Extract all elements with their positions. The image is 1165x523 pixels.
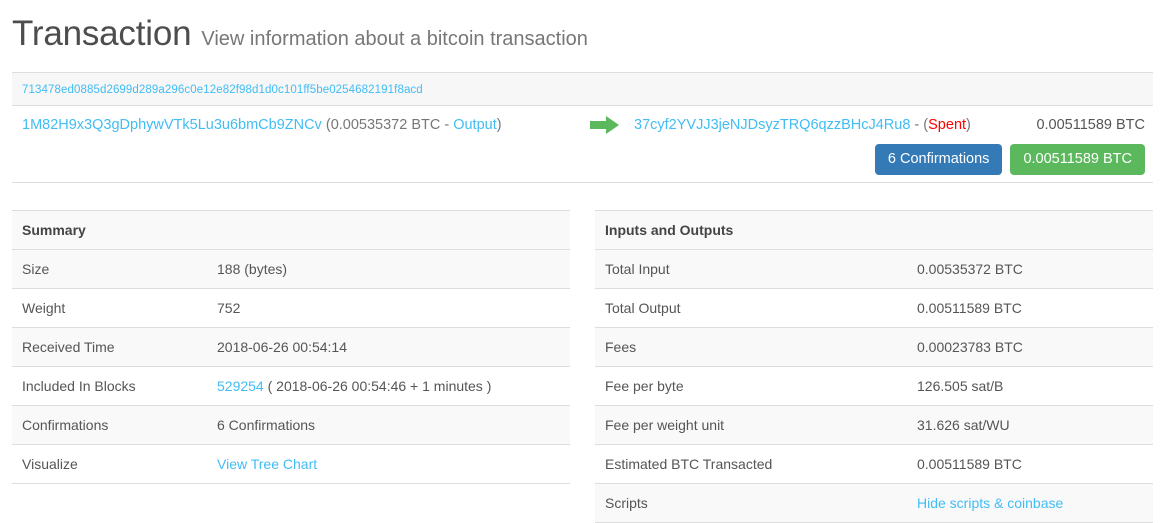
arrow-right-icon <box>590 116 620 134</box>
io-table: Total Input 0.00535372 BTC Total Output 0.0… <box>595 250 1153 523</box>
transaction-hash-link[interactable]: 713478ed0885d2699d289a296c0e12e82f98d1d0… <box>22 84 423 96</box>
summary-panel-title: Summary <box>12 211 570 250</box>
output-separator: - <box>910 117 924 133</box>
row-value-link[interactable]: View Tree Chart <box>217 456 317 472</box>
output-amount: 0.00511589 BTC <box>1036 117 1145 133</box>
row-key: Included In Blocks <box>22 378 136 394</box>
row-value: 752 <box>217 300 241 316</box>
summary-table: Size 188 (bytes) Weight 752 Received Time 201… <box>12 250 570 484</box>
transaction-page: Transaction View information about a bit… <box>0 0 1165 523</box>
table-row: Total Output 0.00511589 BTC <box>595 288 1153 328</box>
row-value: 126.505 sat/B <box>917 378 1004 394</box>
row-key: Total Output <box>605 300 681 316</box>
row-key: Estimated BTC Transacted <box>605 456 773 472</box>
row-value: 0.00535372 BTC <box>917 261 1023 277</box>
io-table-body: Total Input 0.00535372 BTC Total Output 0.0… <box>595 250 1153 523</box>
input-type-link[interactable]: Output <box>453 117 497 133</box>
detail-panels: Summary Size 188 (bytes) Weight 752 Received… <box>0 210 1165 523</box>
row-value: Hide scripts & coinbase <box>907 484 1153 523</box>
row-value-link[interactable]: Hide scripts & coinbase <box>917 495 1063 511</box>
input-separator: - <box>440 117 454 133</box>
table-row: Included In Blocks 529254 ( 2018-06-26 00… <box>12 366 570 406</box>
table-row: Received Time 2018-06-26 00:54:14 <box>12 327 570 367</box>
summary-table-body: Size 188 (bytes) Weight 752 Received Time 201… <box>12 250 570 484</box>
row-value-link[interactable]: 529254 <box>217 378 264 394</box>
input-amount: 0.00535372 BTC <box>330 117 441 133</box>
input-close-paren: ) <box>496 117 502 133</box>
table-row: Estimated BTC Transacted 0.00511589 BTC <box>595 444 1153 484</box>
row-value: 6 Confirmations <box>217 417 316 433</box>
row-key: Fee per weight unit <box>605 417 725 433</box>
row-value-suffix: ( 2018-06-26 00:54:46 + 1 minutes ) <box>263 378 492 394</box>
row-key: Size <box>22 261 50 277</box>
amount-badge[interactable]: 0.00511589 BTC <box>1010 144 1145 175</box>
output-close-paren: ) <box>966 117 971 133</box>
transaction-hash-band: 713478ed0885d2699d289a296c0e12e82f98d1d0… <box>12 72 1153 106</box>
row-key: Total Input <box>605 261 670 277</box>
table-row: Size 188 (bytes) <box>12 250 570 289</box>
row-value: 529254 ( 2018-06-26 00:54:46 + 1 minutes… <box>207 367 570 406</box>
input-address-link[interactable]: 1M82H9x3Q3gDphywVTk5Lu3u6bmCb9ZNCv <box>22 117 322 133</box>
row-value: 31.626 sat/WU <box>917 417 1010 433</box>
row-key: Fee per byte <box>605 378 684 394</box>
table-row: Fee per weight unit 31.626 sat/WU <box>595 405 1153 445</box>
row-value: 0.00511589 BTC <box>917 300 1022 316</box>
page-header: Transaction View information about a bit… <box>0 0 1165 60</box>
table-row: Scripts Hide scripts & coinbase <box>595 483 1153 523</box>
summary-panel: Summary Size 188 (bytes) Weight 752 Received… <box>12 210 570 523</box>
transaction-arrow <box>590 116 620 134</box>
output-status: Spent <box>928 117 967 133</box>
io-panel-title: Inputs and Outputs <box>595 211 1153 250</box>
page-title: Transaction <box>12 14 192 53</box>
table-row: Fee per byte 126.505 sat/B <box>595 366 1153 406</box>
transaction-output: 37cyf2YVJJ3jeNJDsyzTRQ6qzzBHcJ4Ru8 - (Sp… <box>634 117 971 133</box>
io-panel: Inputs and Outputs Total Input 0.00535372… <box>595 210 1153 523</box>
row-value: 188 (bytes) <box>217 261 288 277</box>
row-value: 0.00023783 BTC <box>917 339 1023 355</box>
page-subtitle: View information about a bitcoin transac… <box>201 28 588 50</box>
confirmations-badge[interactable]: 6 Confirmations <box>874 144 1003 175</box>
table-row: Confirmations 6 Confirmations <box>12 405 570 445</box>
transaction-input: 1M82H9x3Q3gDphywVTk5Lu3u6bmCb9ZNCv (0.00… <box>22 117 502 133</box>
row-key: Received Time <box>22 339 115 355</box>
row-value: View Tree Chart <box>207 445 570 484</box>
row-key: Fees <box>605 339 637 355</box>
row-key: Scripts <box>605 495 648 511</box>
transaction-badges: 6 Confirmations 0.00511589 BTC <box>874 144 1145 175</box>
row-key: Visualize <box>22 456 78 472</box>
table-row: Visualize View Tree Chart <box>12 444 570 484</box>
row-key: Weight <box>22 300 66 316</box>
transaction-io-row: 1M82H9x3Q3gDphywVTk5Lu3u6bmCb9ZNCv (0.00… <box>12 106 1153 183</box>
output-address-link[interactable]: 37cyf2YVJJ3jeNJDsyzTRQ6qzzBHcJ4Ru8 <box>634 117 910 133</box>
table-row: Weight 752 <box>12 288 570 328</box>
row-value: 2018-06-26 00:54:14 <box>217 339 347 355</box>
table-row: Fees 0.00023783 BTC <box>595 327 1153 367</box>
row-value: 0.00511589 BTC <box>917 456 1022 472</box>
table-row: Total Input 0.00535372 BTC <box>595 250 1153 289</box>
row-key: Confirmations <box>22 417 109 433</box>
